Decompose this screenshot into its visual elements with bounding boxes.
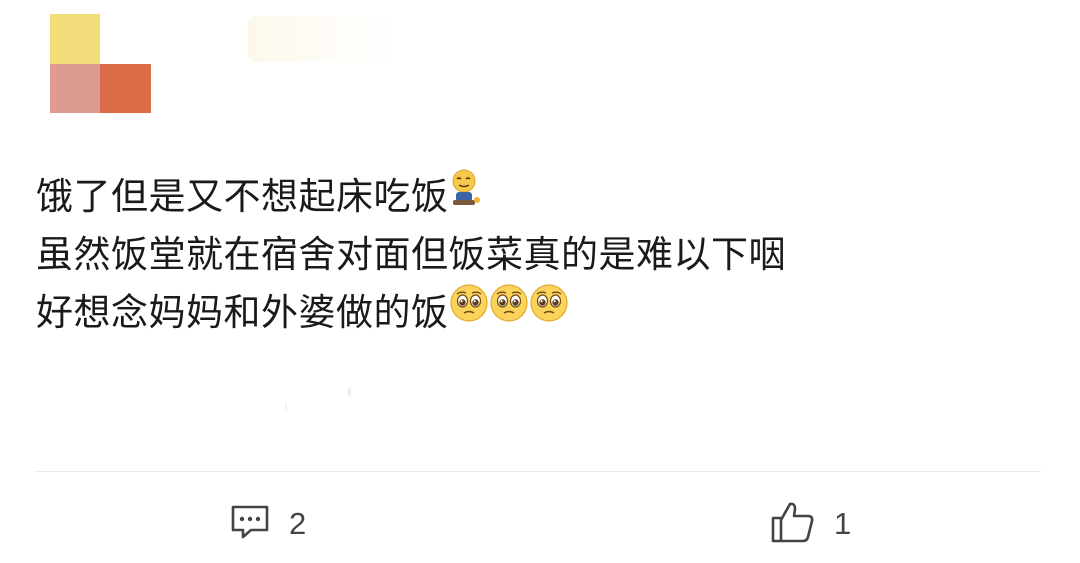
comment-count: 2 <box>289 506 307 541</box>
post-line-1-text: 饿了但是又不想起床吃饭 <box>36 175 449 218</box>
post-line-3: 好想念妈妈和外婆做的饭 <box>36 282 1036 342</box>
avatar-tile-bottom-right <box>100 64 151 113</box>
like-button[interactable]: 1 <box>770 500 851 548</box>
faint-mark <box>285 402 287 412</box>
pleading-face-emoji <box>449 282 489 340</box>
pleading-face-emoji <box>529 282 569 340</box>
username-blurred[interactable] <box>248 16 398 62</box>
post-body: 饿了但是又不想起床吃饭 虽然饭堂就在宿舍对面但饭菜真的是难以下咽 好想念妈妈和外… <box>36 168 1036 342</box>
avatar-tile-top-right <box>100 14 151 64</box>
post-line-2: 虽然饭堂就在宿舍对面但饭菜真的是难以下咽 <box>36 233 786 276</box>
avatar[interactable] <box>50 14 151 113</box>
like-count: 1 <box>834 506 852 541</box>
faint-mark <box>348 388 351 397</box>
avatar-tile-top-left <box>50 14 100 64</box>
thumbs-up-icon <box>770 500 816 548</box>
post-line-3-text: 好想念妈妈和外婆做的饭 <box>36 291 449 334</box>
pleading-face-emoji <box>489 282 529 340</box>
divider <box>35 471 1041 472</box>
post-line-1: 饿了但是又不想起床吃饭 <box>36 168 1036 226</box>
slacking-off-emoji <box>449 166 483 224</box>
comment-icon <box>229 503 271 545</box>
comment-button[interactable]: 2 <box>229 500 306 548</box>
weibo-post-card: 饿了但是又不想起床吃饭 虽然饭堂就在宿舍对面但饭菜真的是难以下咽 好想念妈妈和外… <box>0 0 1080 563</box>
avatar-tile-bottom-left <box>50 64 100 113</box>
